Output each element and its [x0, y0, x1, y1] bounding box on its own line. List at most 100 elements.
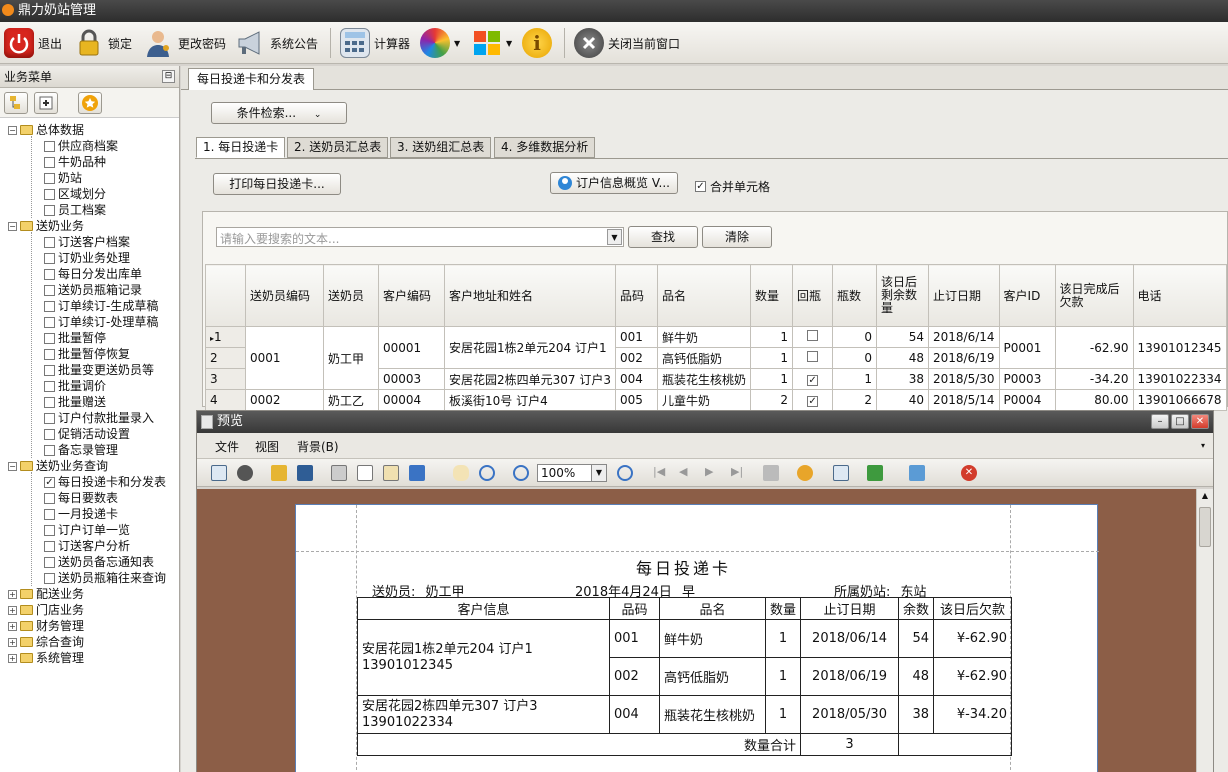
merge-cells-checkbox[interactable]: ✓	[695, 181, 706, 192]
expand-icon[interactable]: +	[8, 637, 17, 647]
menu-background[interactable]: 背景(B)	[297, 438, 339, 455]
multiple-pages-icon[interactable]	[763, 465, 779, 481]
scroll-thumb[interactable]	[1199, 507, 1211, 547]
item-checkbox[interactable]	[44, 268, 55, 280]
sidebar-item[interactable]: 一月投递卡	[44, 506, 118, 522]
col-header[interactable]: 品名	[656, 264, 752, 327]
sidebar-item[interactable]: 送奶员瓶箱往来查询	[44, 570, 166, 586]
sidebar-item[interactable]: 送奶员瓶箱记录	[44, 282, 142, 298]
tab-courier-summary[interactable]: 2. 送奶员汇总表	[287, 137, 389, 158]
col-header[interactable]: 送奶员	[323, 264, 379, 327]
sidebar-item[interactable]: 员工档案	[44, 202, 106, 218]
search-dropdown-icon[interactable]: ▼	[607, 229, 622, 245]
tab-group-summary[interactable]: 3. 送奶组汇总表	[390, 137, 492, 158]
sidebar-item[interactable]: 批量变更送奶员等	[44, 362, 154, 378]
print-setup-icon[interactable]	[331, 465, 347, 481]
item-checkbox[interactable]	[44, 444, 55, 456]
sidebar-item[interactable]: 批量暂停	[44, 330, 106, 346]
sidebar-item[interactable]: 批量调价	[44, 378, 106, 394]
print-daily-card-button[interactable]: 打印每日投递卡...	[213, 173, 341, 195]
calculator-button[interactable]: 计算器	[340, 26, 410, 60]
item-checkbox[interactable]	[44, 508, 55, 520]
col-header[interactable]: 客户地址和姓名	[444, 264, 616, 327]
return-bottle-checkbox[interactable]: ✓	[807, 396, 819, 407]
sidebar-item[interactable]: 批量赠送	[44, 394, 106, 410]
return-bottle-checkbox[interactable]: ✓	[807, 375, 819, 386]
col-header[interactable]: 客户编码	[378, 264, 445, 327]
item-checkbox[interactable]	[44, 556, 55, 568]
tree-group[interactable]: + 财务管理	[8, 618, 84, 634]
zoom-out-icon[interactable]	[513, 465, 529, 481]
item-checkbox[interactable]	[44, 396, 55, 408]
doc-tab-daily-card[interactable]: 每日投递卡和分发表	[188, 68, 315, 90]
scroll-up-icon[interactable]: ▲	[1199, 491, 1211, 503]
sidebar-item[interactable]: 订户付款批量录入	[44, 410, 154, 426]
menu-overflow-icon[interactable]: ▾	[1201, 441, 1205, 450]
sidebar-item[interactable]: 订送客户档案	[44, 234, 130, 250]
minimize-button[interactable]: –	[1151, 414, 1169, 429]
col-header[interactable]: 送奶员编码	[245, 264, 324, 327]
col-header[interactable]: 该日后剩余数量	[876, 264, 930, 327]
print-icon[interactable]	[357, 465, 373, 481]
col-header[interactable]: 品码	[615, 264, 658, 327]
collapse-icon[interactable]: −	[8, 125, 17, 135]
sidebar-item[interactable]: 订送客户分析	[44, 538, 130, 554]
document-map-icon[interactable]	[211, 465, 227, 481]
clear-button[interactable]: 清除	[702, 226, 772, 248]
sidebar-item[interactable]: 每日分发出库单	[44, 266, 142, 282]
table-row[interactable]: ▸1 0001 奶工甲 00001 安居花园1栋2单元204 订户1 001 鲜…	[205, 326, 1227, 390]
announcement-button[interactable]: 系统公告	[236, 26, 318, 60]
preview-vertical-scrollbar[interactable]: ▲	[1196, 489, 1213, 772]
expand-all-icon[interactable]	[34, 92, 58, 114]
col-header[interactable]: 瓶数	[832, 264, 878, 327]
page-setup-icon[interactable]	[383, 465, 399, 481]
tree-group[interactable]: + 系统管理	[8, 650, 84, 666]
tree-group[interactable]: − 送奶业务	[8, 218, 84, 234]
item-checkbox[interactable]	[44, 300, 55, 312]
hand-tool-icon[interactable]	[453, 465, 469, 481]
sidebar-item[interactable]: 批量暂停恢复	[44, 346, 130, 362]
item-checkbox[interactable]	[44, 524, 55, 536]
item-checkbox[interactable]	[44, 492, 55, 504]
expand-icon[interactable]: +	[8, 621, 17, 631]
tree-view-icon[interactable]	[4, 92, 28, 114]
maximize-button[interactable]: □	[1171, 414, 1189, 429]
page-color-icon[interactable]	[797, 465, 813, 481]
search-input[interactable]: 请输入要搜索的文本... ▼	[216, 227, 624, 247]
item-checkbox[interactable]	[44, 348, 55, 360]
filter-dropdown-button[interactable]: 条件检索... ⌄	[211, 102, 347, 124]
close-window-button[interactable]: 关闭当前窗口	[574, 26, 680, 60]
merge-cells-option[interactable]: ✓ 合并单元格	[695, 178, 770, 195]
return-bottle-checkbox[interactable]	[807, 351, 819, 362]
col-header[interactable]: 客户ID	[998, 264, 1056, 327]
expand-icon[interactable]: +	[8, 653, 17, 663]
color-theme-button[interactable]: ▼	[420, 26, 460, 60]
open-icon[interactable]	[271, 465, 287, 481]
item-checkbox[interactable]	[44, 316, 55, 328]
sidebar-item[interactable]: ✓ 每日投递卡和分发表	[44, 474, 166, 490]
item-checkbox[interactable]	[44, 172, 55, 184]
item-checkbox[interactable]	[44, 428, 55, 440]
collapse-icon[interactable]: −	[8, 461, 17, 471]
item-checkbox[interactable]: ✓	[44, 476, 55, 488]
item-checkbox[interactable]	[44, 252, 55, 264]
item-checkbox[interactable]	[44, 284, 55, 296]
item-checkbox[interactable]	[44, 572, 55, 584]
item-checkbox[interactable]	[44, 236, 55, 248]
sidebar-item[interactable]: 订单续订-生成草稿	[44, 298, 158, 314]
col-header[interactable]: 回瓶	[792, 264, 834, 327]
find-binoculars-icon[interactable]	[237, 465, 253, 481]
about-button[interactable]: i	[522, 26, 552, 60]
expand-icon[interactable]: +	[8, 589, 17, 599]
item-checkbox[interactable]	[44, 156, 55, 168]
sidebar-item[interactable]: 每日要数表	[44, 490, 118, 506]
sidebar-item[interactable]: 订奶业务处理	[44, 250, 130, 266]
col-header[interactable]: 数量	[750, 264, 794, 327]
item-checkbox[interactable]	[44, 364, 55, 376]
item-checkbox[interactable]	[44, 380, 55, 392]
next-page-icon[interactable]: ▶	[705, 465, 721, 481]
col-header[interactable]: 该日完成后欠款	[1054, 264, 1134, 327]
exit-button[interactable]: 退出	[4, 26, 62, 60]
item-checkbox[interactable]	[44, 412, 55, 424]
item-checkbox[interactable]	[44, 140, 55, 152]
